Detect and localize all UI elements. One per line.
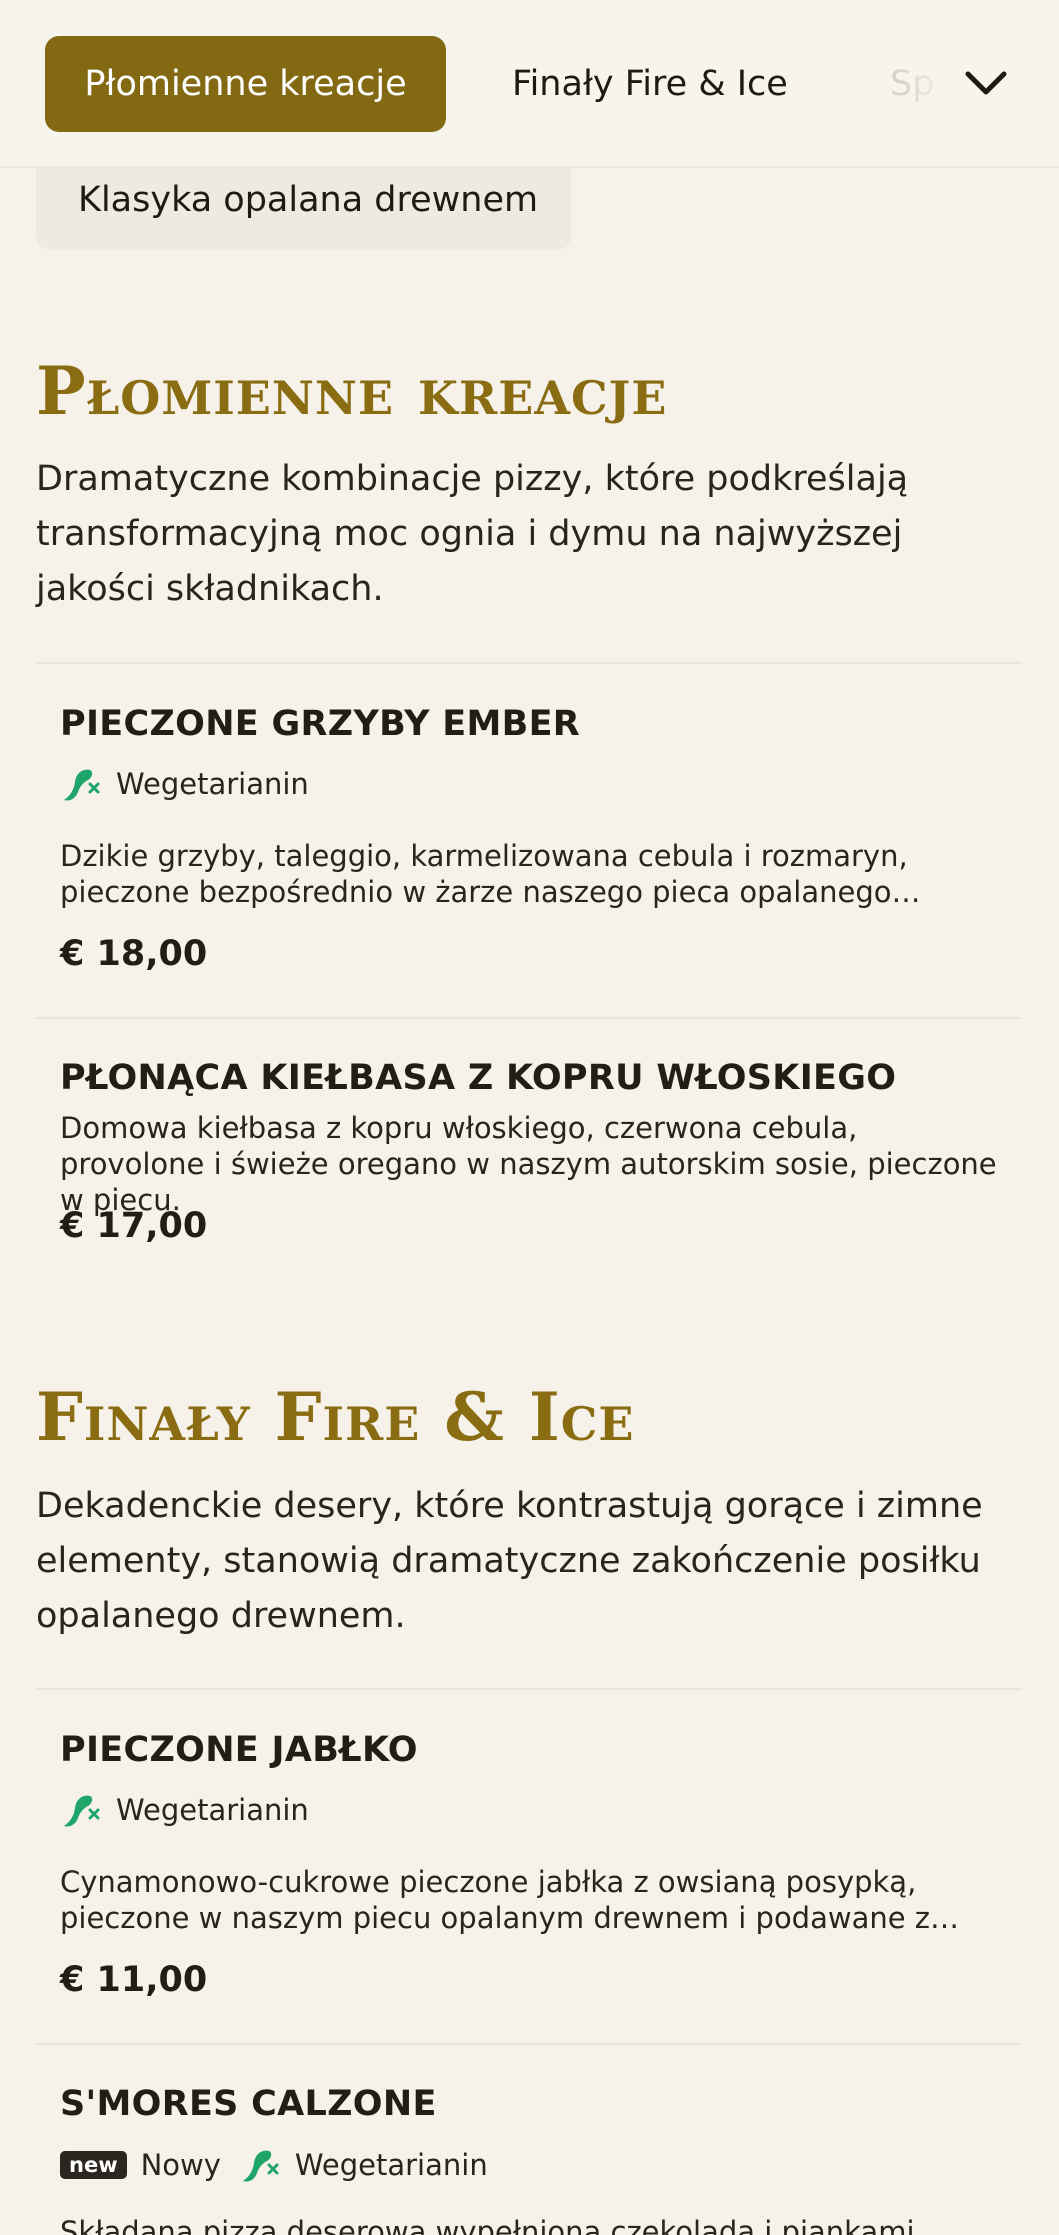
new-badge: new	[60, 2151, 127, 2179]
tag-label: Wegetarianin	[294, 2148, 488, 2182]
tag-label: Wegetarianin	[116, 767, 309, 801]
item-price: € 18,00	[60, 934, 208, 974]
item-description: Składana pizza deserowa wypełniona czeko…	[60, 2215, 915, 2235]
item-tags: Wegetarianin	[60, 1790, 309, 1830]
item-tags: new Nowy Wegetarianin	[60, 2145, 488, 2185]
item-tags: Wegetarianin	[60, 764, 309, 804]
vegetarian-icon	[64, 769, 100, 801]
category-tab-bar: Płomienne kreacje Finały Fire & Ice Sp	[0, 0, 1059, 168]
chevron-down-icon[interactable]	[960, 58, 1012, 110]
divider	[36, 2043, 1022, 2045]
tag-label: Wegetarianin	[116, 1793, 309, 1827]
item-price: € 17,00	[60, 1206, 208, 1246]
tab-plomienne-kreacje[interactable]: Płomienne kreacje	[45, 36, 446, 132]
tab-fade-overlay	[840, 0, 1059, 166]
section-description: Dekadenckie desery, które kontrastują go…	[36, 1486, 983, 1636]
vegetarian-icon	[242, 2150, 279, 2182]
item-description: Dzikie grzyby, taleggio, karmelizowana c…	[60, 839, 908, 909]
tab-finaly-fire-ice[interactable]: Finały Fire & Ice	[512, 36, 788, 132]
item-description: Cynamonowo-cukrowe pieczone jabłka z ows…	[60, 1865, 931, 1935]
divider	[36, 662, 1022, 664]
item-name: PIECZONE JABŁKO	[60, 1730, 418, 1770]
item-price: € 11,00	[60, 1960, 208, 2000]
item-description: Domowa kiełbasa z kopru włoskiego, czerw…	[60, 1111, 997, 1217]
divider	[36, 1017, 1022, 1019]
item-name: S'MORES CALZONE	[60, 2084, 437, 2124]
badge-label: Nowy	[140, 2148, 221, 2182]
section-description: Dramatyczne kombinacje pizzy, które podk…	[36, 459, 909, 609]
section-title: Płomienne kreacje	[36, 352, 668, 430]
divider	[36, 1688, 1022, 1690]
section-title: Finały Fire & Ice	[36, 1378, 635, 1456]
item-name: PŁONĄCA KIEŁBASA Z KOPRU WŁOSKIEGO	[60, 1058, 897, 1098]
item-name: PIECZONE GRZYBY EMBER	[60, 704, 581, 744]
vegetarian-icon	[64, 1795, 100, 1827]
